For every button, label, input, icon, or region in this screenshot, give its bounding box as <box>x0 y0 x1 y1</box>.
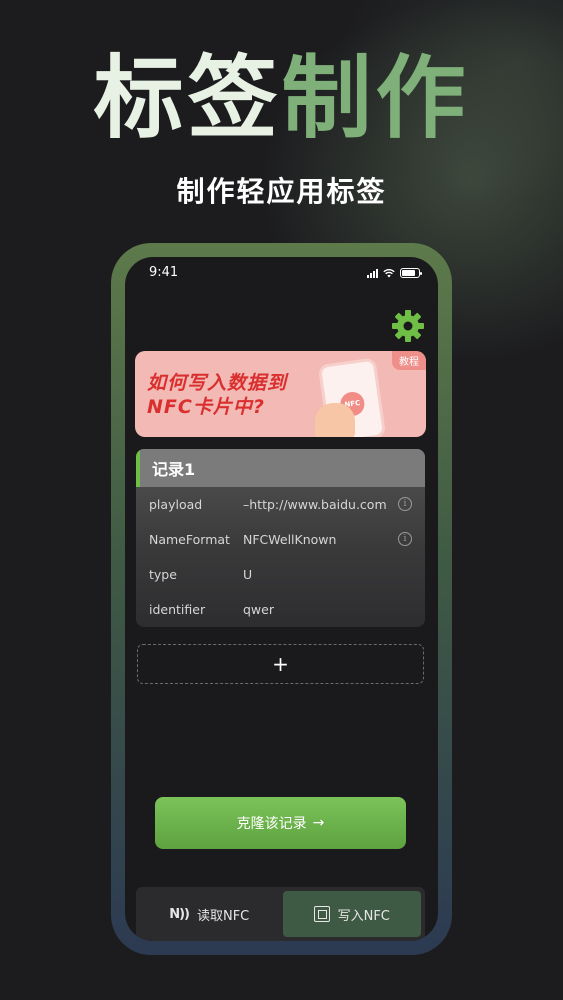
phone-screen: 9:41 如何写入数据到 NFC卡片中? NFC 教程 记录1 playload… <box>125 257 438 941</box>
record-value: qwer <box>243 602 274 617</box>
phone-frame: 9:41 如何写入数据到 NFC卡片中? NFC 教程 记录1 playload… <box>111 243 452 955</box>
record-row-type[interactable]: type U <box>136 557 425 592</box>
hero-title-part1: 标签 <box>93 46 282 151</box>
tab-read-nfc-label: 读取NFC <box>196 908 250 924</box>
info-icon[interactable]: i <box>398 497 412 511</box>
gear-icon[interactable] <box>391 309 425 343</box>
banner-hand-illustration <box>315 403 355 437</box>
arrow-right-icon: → <box>312 815 325 831</box>
record-key: type <box>149 567 177 582</box>
clone-record-button[interactable]: 克隆该记录 → <box>155 797 406 849</box>
tutorial-banner[interactable]: 如何写入数据到 NFC卡片中? NFC 教程 <box>135 351 426 437</box>
banner-badge: 教程 <box>392 351 426 370</box>
record-key: NameFormat <box>149 532 230 547</box>
record-key: identifier <box>149 602 206 617</box>
record-card[interactable]: 记录1 playload –http://www.baidu.com i Nam… <box>136 449 425 627</box>
record-row-payload[interactable]: playload –http://www.baidu.com i <box>136 487 425 522</box>
clone-record-label: 克隆该记录 <box>236 816 307 832</box>
battery-icon <box>400 268 422 278</box>
nfc-write-icon <box>313 906 330 922</box>
hero-title-part2: 制作 <box>281 46 470 151</box>
record-title: 记录1 <box>136 449 425 487</box>
tab-read-nfc[interactable]: N)) 读取NFC <box>140 891 279 937</box>
nfc-signal-icon: N)) <box>169 906 190 922</box>
hero-title: 标签制作 <box>0 44 563 154</box>
cellular-signal-icon <box>367 268 378 278</box>
info-icon[interactable]: i <box>398 532 412 546</box>
tab-write-nfc[interactable]: 写入NFC <box>282 891 421 937</box>
record-value: U <box>243 567 253 582</box>
banner-line1: 如何写入数据到 <box>147 372 288 394</box>
tab-write-nfc-label: 写入NFC <box>337 908 390 924</box>
status-icons <box>367 267 422 279</box>
add-record-button[interactable]: + <box>137 644 424 684</box>
record-key: playload <box>149 497 203 512</box>
record-row-identifier[interactable]: identifier qwer <box>136 592 425 627</box>
status-time: 9:41 <box>149 265 179 280</box>
record-value: –http://www.baidu.com <box>243 497 387 512</box>
banner-line2: NFC卡片中? <box>147 396 265 418</box>
bottom-tab-bar: N)) 读取NFC 写入NFC <box>136 887 425 941</box>
hero-subtitle: 制作轻应用标签 <box>176 175 387 208</box>
record-row-nameformat[interactable]: NameFormat NFCWellKnown i <box>136 522 425 557</box>
wifi-icon <box>383 268 395 278</box>
record-value: NFCWellKnown <box>243 532 337 547</box>
banner-text: 如何写入数据到 NFC卡片中? <box>147 371 287 419</box>
